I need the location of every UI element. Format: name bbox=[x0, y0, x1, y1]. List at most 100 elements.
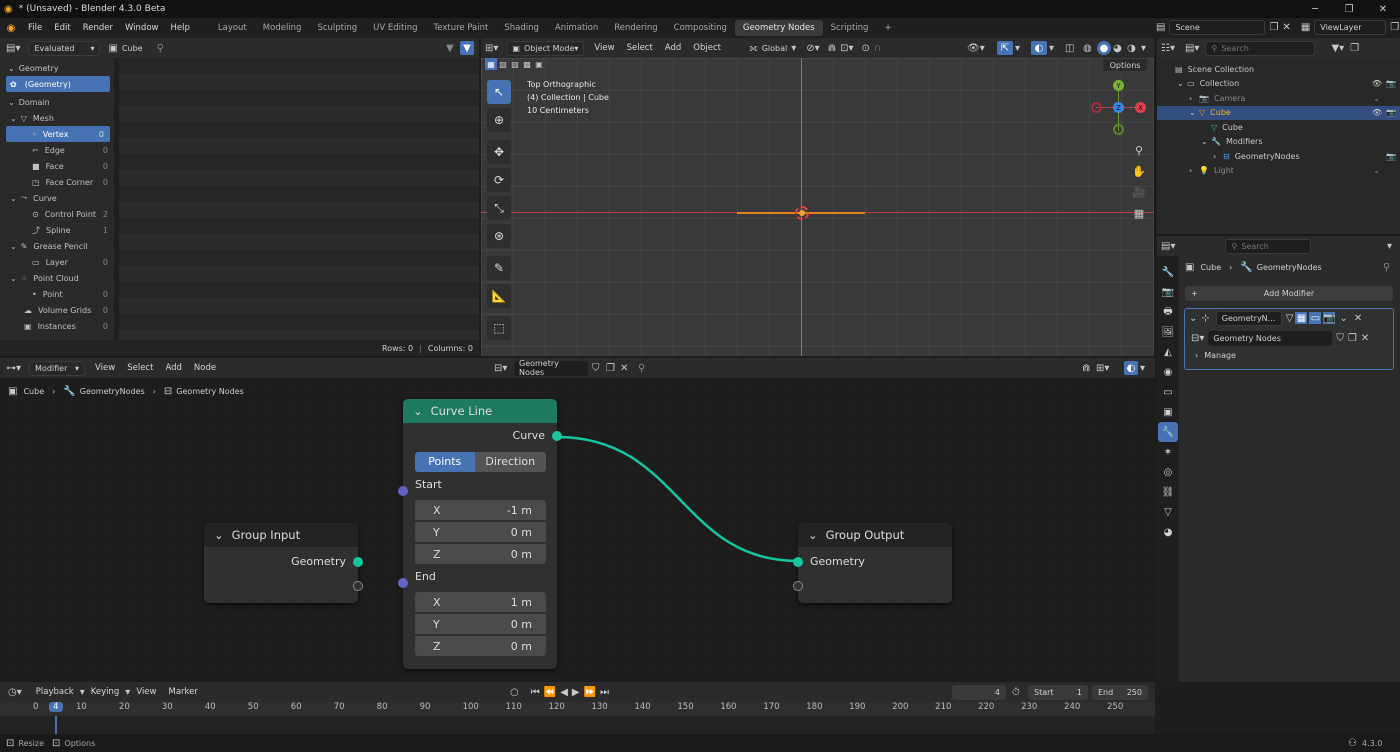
domain-item[interactable]: ⌄ ▽ Mesh bbox=[0, 110, 114, 126]
remove-modifier-icon[interactable]: ✕ bbox=[1354, 313, 1362, 324]
transform-orientation-label[interactable]: Global bbox=[762, 44, 788, 53]
select-invert-icon[interactable]: ▩ bbox=[521, 58, 533, 70]
group-output-node[interactable]: ⌄ Group Output Geometry bbox=[793, 523, 952, 603]
chevron-right-icon[interactable]: › bbox=[1189, 166, 1199, 175]
constraints-tab-icon[interactable]: ⛓ bbox=[1158, 482, 1178, 502]
pin-icon[interactable]: ⚲ bbox=[1383, 262, 1390, 273]
chevron-right-icon[interactable]: › bbox=[1213, 152, 1223, 161]
group-output-geometry-socket[interactable] bbox=[793, 557, 803, 567]
duplicate-icon[interactable]: ❐ bbox=[1348, 333, 1357, 344]
outliner-item[interactable]: ▤ Scene Collection bbox=[1157, 62, 1400, 77]
measure-tool-icon[interactable]: 📐 bbox=[487, 284, 511, 308]
render-visibility-icon[interactable]: 📷 bbox=[1386, 79, 1396, 88]
new-view-layer-icon[interactable]: ❐ bbox=[1390, 22, 1399, 33]
properties-search[interactable]: ⚲ Search bbox=[1225, 238, 1312, 254]
visibility-eye-icon[interactable]: 👁 bbox=[1372, 108, 1382, 117]
chevron-down-icon[interactable]: ⌄ bbox=[1189, 313, 1197, 324]
chevron-down-icon[interactable]: ▾ bbox=[1049, 43, 1054, 54]
proportional-edit-icon[interactable]: ⊙ bbox=[861, 43, 869, 54]
tool-tab-icon[interactable]: 🔧 bbox=[1158, 262, 1178, 282]
new-collection-icon[interactable]: ❐ bbox=[1350, 43, 1359, 54]
modifier-name-field[interactable]: GeometryN... bbox=[1215, 310, 1282, 326]
options-button[interactable]: Options bbox=[1102, 58, 1148, 72]
viewport-menu-object[interactable]: Object bbox=[687, 43, 727, 53]
domain-item[interactable]: ◳ Face Corner 0 bbox=[0, 174, 114, 190]
end-y-field[interactable]: Y 0 m bbox=[415, 614, 546, 634]
snap-target-icon[interactable]: ⊡▾ bbox=[840, 43, 853, 54]
timeline-menu-keying[interactable]: Keying bbox=[85, 687, 126, 697]
editor-type-icon[interactable]: ⊞▾ bbox=[485, 43, 498, 54]
domain-section-header[interactable]: ⌄ Domain bbox=[0, 94, 114, 110]
pan-hand-icon[interactable]: ✋ bbox=[1131, 163, 1147, 179]
render-visibility-icon[interactable]: 📷 bbox=[1386, 152, 1396, 161]
editor-type-icon[interactable]: ▤▾ bbox=[6, 43, 20, 54]
minimize-button[interactable]: ─ bbox=[1298, 4, 1332, 15]
hidden-eye-icon[interactable]: ⌄ bbox=[1373, 166, 1380, 175]
pivot-icon[interactable]: ⊘▾ bbox=[806, 43, 819, 54]
output-tab-icon[interactable]: 🖶 bbox=[1158, 302, 1178, 322]
timeline-menu-view[interactable]: View bbox=[130, 687, 162, 697]
camera-view-icon[interactable]: 🎥 bbox=[1131, 184, 1147, 200]
domain-item[interactable]: ■ Face 0 bbox=[0, 158, 114, 174]
domain-item[interactable]: ⌐ Edge 0 bbox=[0, 142, 114, 158]
rotate-tool-icon[interactable]: ⟳ bbox=[487, 168, 511, 192]
menu-render[interactable]: Render bbox=[77, 23, 119, 33]
stopwatch-icon[interactable]: ⏱ bbox=[1012, 687, 1020, 698]
3d-viewport[interactable]: ⊞▾ ▣ Object Mode ▾ View Select Add Object … bbox=[481, 38, 1154, 356]
world-tab-icon[interactable]: ◉ bbox=[1158, 362, 1178, 382]
editor-type-icon[interactable]: ▤▾ bbox=[1161, 241, 1175, 252]
menu-edit[interactable]: Edit bbox=[48, 23, 76, 33]
data-tab-icon[interactable]: ▽ bbox=[1158, 502, 1178, 522]
modifier-tab-icon[interactable]: 🔧 bbox=[1158, 422, 1178, 442]
domain-item[interactable]: ⤴ Spline 1 bbox=[0, 222, 114, 238]
object-mode-dropdown[interactable]: ▣ Object Mode ▾ bbox=[506, 40, 585, 56]
edit-mode-icon[interactable]: ▽ bbox=[1286, 313, 1294, 324]
gizmo-toggle-icon[interactable]: ⇱ bbox=[997, 41, 1013, 55]
chevron-down-icon[interactable]: ⌄ bbox=[1177, 79, 1187, 88]
end-input-socket[interactable] bbox=[398, 578, 408, 588]
gizmo-y-icon[interactable]: Y bbox=[1113, 80, 1124, 91]
chevron-down-icon[interactable]: ▾ bbox=[1387, 241, 1392, 252]
jump-start-icon[interactable]: ⏮ bbox=[531, 687, 540, 698]
gizmo-z-icon[interactable]: Z bbox=[1113, 102, 1124, 113]
play-reverse-icon[interactable]: ◀ bbox=[560, 687, 568, 698]
filter-selected-icon[interactable]: ▼ bbox=[446, 43, 454, 54]
curve-output-socket[interactable] bbox=[552, 431, 562, 441]
wireframe-shading-icon[interactable]: ◍ bbox=[1083, 43, 1092, 54]
filter-icon[interactable]: ▼▾ bbox=[1331, 43, 1344, 54]
viewport-menu-view[interactable]: View bbox=[588, 43, 620, 53]
end-z-field[interactable]: Z 0 m bbox=[415, 636, 546, 656]
cursor-tool-icon[interactable]: ⊕ bbox=[487, 108, 511, 132]
node-tree-icon[interactable]: ⊟▾ bbox=[1191, 333, 1204, 344]
material-shading-icon[interactable]: ◕ bbox=[1113, 43, 1122, 54]
outliner-item[interactable]: ⌄ 🔧 Modifiers bbox=[1157, 135, 1400, 150]
chevron-down-icon[interactable]: ⌄ bbox=[1339, 313, 1347, 324]
group-output-empty-socket[interactable] bbox=[793, 581, 803, 591]
play-icon[interactable]: ▶ bbox=[572, 687, 580, 698]
add-workspace-button[interactable]: + bbox=[876, 20, 899, 36]
tab-texture-paint[interactable]: Texture Paint bbox=[426, 20, 497, 36]
delete-scene-icon[interactable]: ✕ bbox=[1282, 22, 1290, 33]
blender-menu-icon[interactable]: ◉ bbox=[0, 23, 22, 34]
tab-sculpting[interactable]: Sculpting bbox=[309, 20, 365, 36]
outliner-item[interactable]: › 📷 Camera ⌄ bbox=[1157, 91, 1400, 106]
render-tab-icon[interactable]: 📷 bbox=[1158, 282, 1178, 302]
manage-section[interactable]: › Manage bbox=[1185, 347, 1393, 363]
close-button[interactable]: ✕ bbox=[1366, 4, 1400, 15]
collection-tab-icon[interactable]: ▭ bbox=[1158, 382, 1178, 402]
select-new-icon[interactable]: ▦ bbox=[485, 58, 497, 70]
editor-type-icon[interactable]: ◷▾ bbox=[8, 687, 22, 698]
filter-icon[interactable]: ▼ bbox=[460, 41, 474, 55]
outliner-item[interactable]: › 💡 Light ⌄ bbox=[1157, 164, 1400, 179]
domain-item[interactable]: ⊙ Control Point 2 bbox=[0, 206, 114, 222]
auto-key-icon[interactable]: ○ bbox=[510, 687, 519, 698]
domain-item[interactable]: ⌄ ✎ Grease Pencil bbox=[0, 238, 114, 254]
outliner-item[interactable]: ⌄ ▽ Cube 👁 📷 bbox=[1157, 105, 1400, 120]
chevron-down-icon[interactable]: ▾ bbox=[1015, 43, 1020, 54]
start-frame-field[interactable]: Start 1 bbox=[1028, 684, 1088, 700]
curve-to-geometry-link[interactable] bbox=[556, 435, 799, 563]
viewport-canvas[interactable]: ▦ ▧ ▨ ▩ ▣ Top Orthographic (4) Collectio… bbox=[481, 58, 1154, 356]
domain-item[interactable]: ⌄ ⤳ Curve bbox=[0, 190, 114, 206]
tab-rendering[interactable]: Rendering bbox=[606, 20, 665, 36]
domain-item[interactable]: ▣ Instances 0 bbox=[0, 318, 114, 334]
